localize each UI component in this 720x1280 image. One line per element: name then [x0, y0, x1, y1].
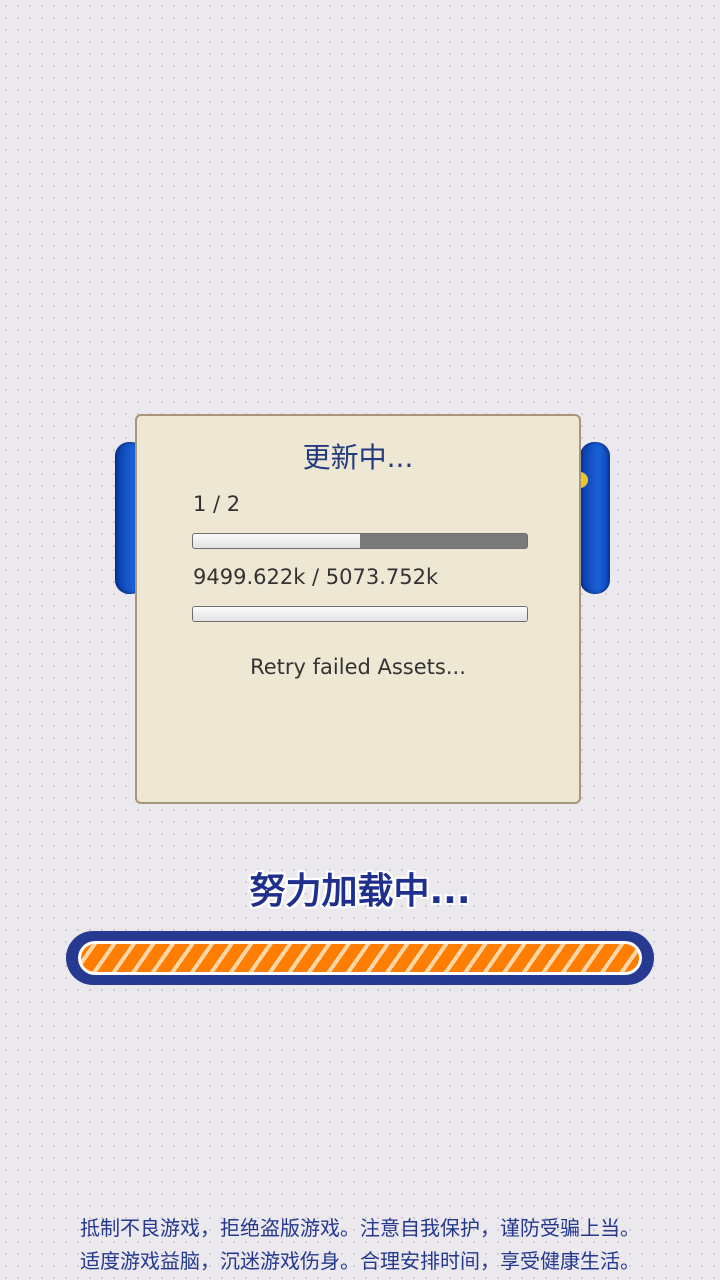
- loading-progress-track: [78, 941, 642, 975]
- blue-frame-right-decoration: [580, 442, 610, 594]
- file-count-text: 1 / 2: [193, 492, 241, 516]
- update-status-text: Retry failed Assets...: [250, 655, 466, 679]
- download-progress-fill: [193, 607, 527, 621]
- file-progress-fill: [193, 534, 360, 548]
- loading-progress-fill: [81, 944, 639, 972]
- download-progress-bar: [192, 606, 528, 622]
- update-dialog-title: 更新中...: [302, 441, 414, 474]
- health-notice-line-1: 抵制不良游戏，拒绝盗版游戏。注意自我保护，谨防受骗上当。: [80, 1216, 640, 1240]
- update-dialog: 更新中... 1 / 2 9499.622k / 5073.752k Retry…: [135, 414, 581, 804]
- loading-progress-bar: [66, 931, 654, 985]
- loading-title: 努力加载中...: [249, 871, 471, 912]
- file-progress-bar: [192, 533, 528, 549]
- download-size-text: 9499.622k / 5073.752k: [193, 565, 439, 589]
- health-notice-line-2: 适度游戏益脑，沉迷游戏伤身。合理安排时间，享受健康生活。: [80, 1249, 640, 1273]
